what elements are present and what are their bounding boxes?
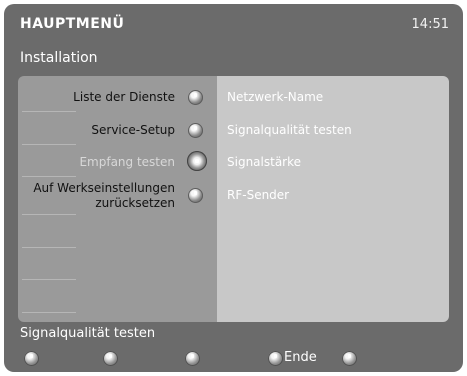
tv-screen: HAUPTMENÜ 14:51 Installation Liste der D…: [4, 4, 463, 372]
menu-item-liste-der-dienste[interactable]: Liste der Dienste: [73, 90, 175, 105]
divider-line: [22, 176, 76, 177]
button-icon[interactable]: [185, 351, 200, 366]
divider-line: [22, 312, 76, 313]
button-icon[interactable]: [24, 351, 39, 366]
divider-line: [22, 144, 76, 145]
button-icon[interactable]: [268, 351, 283, 366]
knob-icon: [187, 151, 207, 171]
ende-label: Ende: [284, 350, 317, 365]
right-menu-pane: Netzwerk-Name Signalqualität testen Sign…: [217, 76, 449, 322]
button-icon[interactable]: [342, 351, 357, 366]
divider-line: [22, 214, 76, 215]
divider-line: [22, 279, 76, 280]
menu-item-empfang-testen[interactable]: Empfang testen: [79, 155, 175, 170]
knob-icon: [188, 123, 203, 138]
submenu-item-netzwerk-name[interactable]: Netzwerk-Name: [227, 90, 323, 104]
submenu-item-signalstaerke[interactable]: Signalstärke: [227, 155, 301, 169]
submenu-item-signalqualitaet[interactable]: Signalqualität testen: [227, 123, 352, 137]
menu-item-service-setup[interactable]: Service-Setup: [91, 123, 175, 138]
button-icon[interactable]: [103, 351, 118, 366]
clock-time: 14:51: [411, 17, 449, 32]
submenu-item-rf-sender[interactable]: RF-Sender: [227, 188, 289, 202]
menu-panel: Liste der Dienste Service-Setup Empfang …: [18, 76, 449, 322]
status-text: Signalqualität testen: [20, 326, 156, 341]
menu-item-werkseinstellungen[interactable]: Auf Werkseinstellungen zurücksetzen: [25, 181, 175, 211]
divider-line: [22, 247, 76, 248]
page-title: HAUPTMENÜ: [20, 16, 125, 32]
divider-line: [22, 111, 76, 112]
section-title: Installation: [20, 50, 98, 66]
knob-icon: [188, 90, 203, 105]
left-menu-pane: Liste der Dienste Service-Setup Empfang …: [18, 76, 217, 322]
knob-icon: [188, 188, 203, 203]
